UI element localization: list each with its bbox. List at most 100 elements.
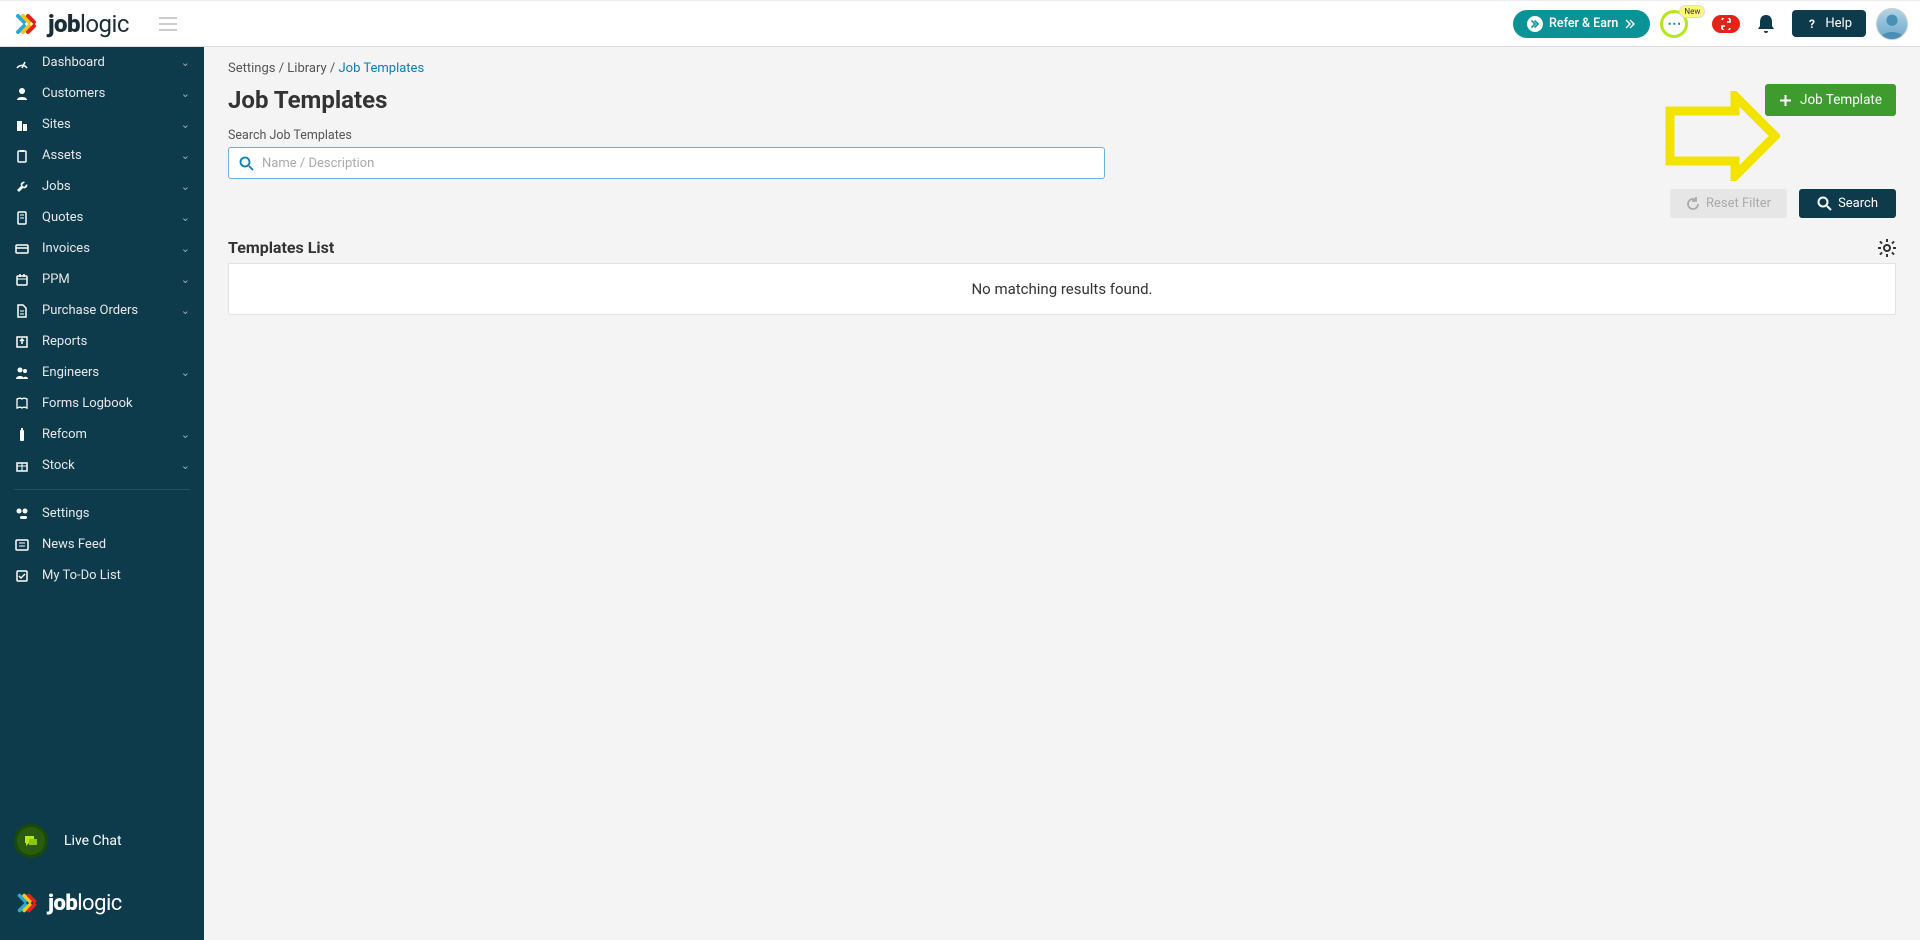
hamburger-icon[interactable] [159, 17, 177, 31]
calendar-icon [14, 273, 30, 287]
sidebar-item-purchase-orders[interactable]: Purchase Orders ⌄ [0, 295, 204, 326]
chevron-down-icon: ⌄ [181, 273, 190, 286]
sidebar-item-customers[interactable]: Customers⌄ [0, 78, 204, 109]
nav-label: Refcom [42, 427, 87, 442]
chat-bubble-button[interactable]: ⋯ New [1660, 10, 1688, 38]
nav-label: Stock [42, 458, 75, 473]
wrench-icon [14, 180, 30, 194]
list-settings-button[interactable] [1878, 239, 1896, 257]
chevron-down-icon: ⌄ [181, 366, 190, 379]
file-icon [14, 304, 30, 318]
reset-filter-button[interactable]: Reset Filter [1670, 189, 1787, 218]
sync-button[interactable] [1712, 15, 1740, 33]
breadcrumb-library[interactable]: Library [287, 61, 326, 76]
card-icon [14, 242, 30, 256]
templates-list: No matching results found. [228, 263, 1896, 315]
nav-label: Jobs [42, 179, 71, 194]
chevron-down-icon: ⌄ [181, 242, 190, 255]
sidebar-item-ppm[interactable]: PPM ⌄ [0, 264, 204, 295]
brand-name: joblogic [48, 10, 129, 38]
sidebar-item-invoices[interactable]: Invoices⌄ [0, 233, 204, 264]
search-button[interactable]: Search [1799, 189, 1896, 218]
main-content: Settings / Library / Job Templates Job T… [204, 47, 1920, 940]
add-job-template-button[interactable]: Job Template [1765, 84, 1896, 116]
users-icon [14, 366, 30, 380]
sidebar-item-reports[interactable]: Reports [0, 326, 204, 357]
export-icon [14, 335, 30, 349]
refer-icon [1527, 16, 1543, 32]
chevron-down-icon: ⌄ [181, 211, 190, 224]
brand-logo[interactable]: joblogic [12, 10, 129, 38]
annotation-arrow-icon [1665, 91, 1780, 181]
sidebar-item-settings[interactable]: Settings [0, 498, 204, 529]
chevron-down-icon: ⌄ [181, 56, 190, 69]
settings-label: Settings [42, 506, 89, 521]
sidebar-item-todo[interactable]: My To-Do List [0, 560, 204, 591]
empty-message: No matching results found. [971, 280, 1152, 298]
gauge-icon [14, 56, 30, 70]
page-title: Job Templates [228, 86, 387, 114]
dots-icon: ⋯ [1667, 16, 1681, 32]
gear-icon [1878, 239, 1896, 257]
chevron-down-icon: ⌄ [181, 118, 190, 131]
todo-icon [14, 569, 30, 583]
box-icon [14, 459, 30, 473]
bell-icon [1756, 13, 1776, 35]
sidebar-item-news[interactable]: News Feed [0, 529, 204, 560]
help-button[interactable]: ? Help [1792, 10, 1866, 37]
breadcrumb-settings[interactable]: Settings [228, 61, 275, 76]
chevron-down-icon: ⌄ [181, 459, 190, 472]
add-btn-label: Job Template [1800, 92, 1882, 108]
search-btn-label: Search [1838, 196, 1878, 211]
sidebar-item-sites[interactable]: Sites ⌄ [0, 109, 204, 140]
chevron-down-icon: ⌄ [181, 304, 190, 317]
chevron-right-icon [1624, 19, 1636, 29]
sidebar-item-engineers[interactable]: Engineers ⌄ [0, 357, 204, 388]
sidebar-item-stock[interactable]: Stock ⌄ [0, 450, 204, 481]
sidebar-item-dashboard[interactable]: Dashboard ⌄ [0, 47, 204, 78]
chevron-down-icon: ⌄ [181, 149, 190, 162]
new-badge: New [1679, 5, 1705, 18]
logo-mark-icon [12, 10, 40, 38]
footer-brand: joblogic [48, 891, 122, 916]
nav-label: Dashboard [42, 55, 105, 70]
chevron-down-icon: ⌄ [181, 180, 190, 193]
building-icon [14, 118, 30, 132]
nav-label: Forms Logbook [42, 396, 133, 411]
footer-logo-icon [14, 890, 40, 916]
breadcrumb-current: Job Templates [338, 61, 424, 76]
search-input[interactable] [262, 156, 1094, 171]
sidebar-item-assets[interactable]: Assets ⌄ [0, 140, 204, 171]
chat-label: Live Chat [64, 833, 122, 849]
sidebar-separator [14, 489, 190, 490]
nav-label: Engineers [42, 365, 99, 380]
nav-label: Assets [42, 148, 82, 163]
question-icon: ? [1806, 17, 1819, 30]
nav-label: Quotes [42, 210, 83, 225]
list-title: Templates List [228, 238, 334, 257]
sidebar-item-quotes[interactable]: Quotes ⌄ [0, 202, 204, 233]
breadcrumb: Settings / Library / Job Templates [228, 61, 1896, 76]
sidebar-item-refcom[interactable]: Refcom ⌄ [0, 419, 204, 450]
book-icon [14, 397, 30, 411]
notifications-button[interactable] [1756, 13, 1776, 35]
doc-icon [14, 211, 30, 225]
nav-label: Purchase Orders [42, 303, 138, 318]
user-avatar[interactable] [1876, 8, 1908, 40]
chat-icon [14, 824, 48, 858]
refer-earn-button[interactable]: Refer & Earn [1513, 10, 1650, 38]
nav-label: PPM [42, 272, 70, 287]
sidebar: Dashboard⌄Customers⌄Sites⌄Assets⌄Jobs⌄Qu… [0, 47, 204, 940]
topbar: joblogic Refer & Earn ⋯ New [0, 0, 1920, 47]
sync-icon [1719, 18, 1733, 30]
refer-label: Refer & Earn [1549, 16, 1618, 31]
sidebar-item-forms-logbook[interactable]: Forms Logbook [0, 388, 204, 419]
search-label: Search Job Templates [228, 128, 1896, 143]
sidebar-footer-logo[interactable]: joblogic [0, 872, 204, 940]
chevron-down-icon: ⌄ [181, 428, 190, 441]
search-icon [239, 156, 254, 171]
sidebar-item-jobs[interactable]: Jobs ⌄ [0, 171, 204, 202]
live-chat-button[interactable]: Live Chat [0, 810, 204, 872]
nav-label: Sites [42, 117, 71, 132]
svg-text:?: ? [1809, 17, 1815, 30]
